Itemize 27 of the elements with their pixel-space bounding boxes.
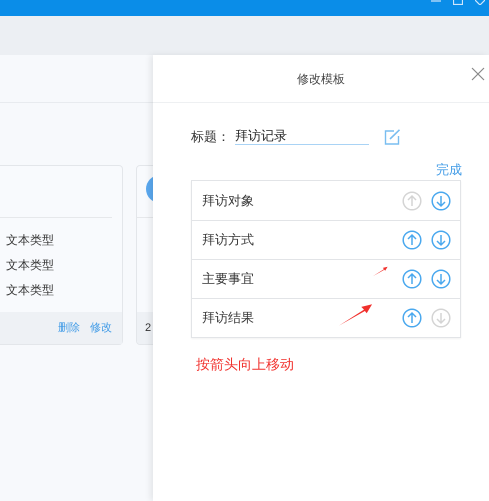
close-icon[interactable]: [471, 67, 485, 81]
arrow-down-icon[interactable]: [431, 269, 451, 289]
maximize-icon[interactable]: [453, 0, 463, 5]
card-text: 文本类型: [6, 232, 55, 249]
field-name: 主要事宜: [202, 270, 255, 288]
arrow-down-icon[interactable]: [431, 190, 451, 210]
hint-text: 按箭头向上移动: [196, 356, 294, 372]
card-date: 2: [145, 320, 152, 336]
card-text: 文本类型: [6, 257, 55, 274]
annotation-arrow-icon: [337, 303, 373, 327]
arrow-up-icon[interactable]: [402, 230, 422, 250]
arrow-up-icon[interactable]: [402, 269, 422, 289]
arrow-down-icon[interactable]: [431, 230, 451, 250]
field-name: 拜访结果: [202, 309, 255, 328]
minimize-icon[interactable]: [431, 0, 441, 4]
field-name: 拜访方式: [202, 231, 255, 250]
edit-icon[interactable]: [384, 128, 401, 145]
panel-title: 修改模板: [297, 70, 345, 88]
title-field[interactable]: 拜访记录: [235, 128, 369, 146]
annotation-arrow-icon: [372, 266, 388, 277]
card-link[interactable]: 删除: [58, 320, 80, 336]
field-label: 标题：: [191, 128, 231, 146]
done-link[interactable]: 完成: [436, 160, 462, 179]
field-name: 拜访对象: [202, 192, 255, 210]
card-text: 文本类型: [6, 282, 55, 299]
arrow-up-icon[interactable]: [402, 308, 422, 328]
card-link[interactable]: 修改: [90, 320, 112, 336]
